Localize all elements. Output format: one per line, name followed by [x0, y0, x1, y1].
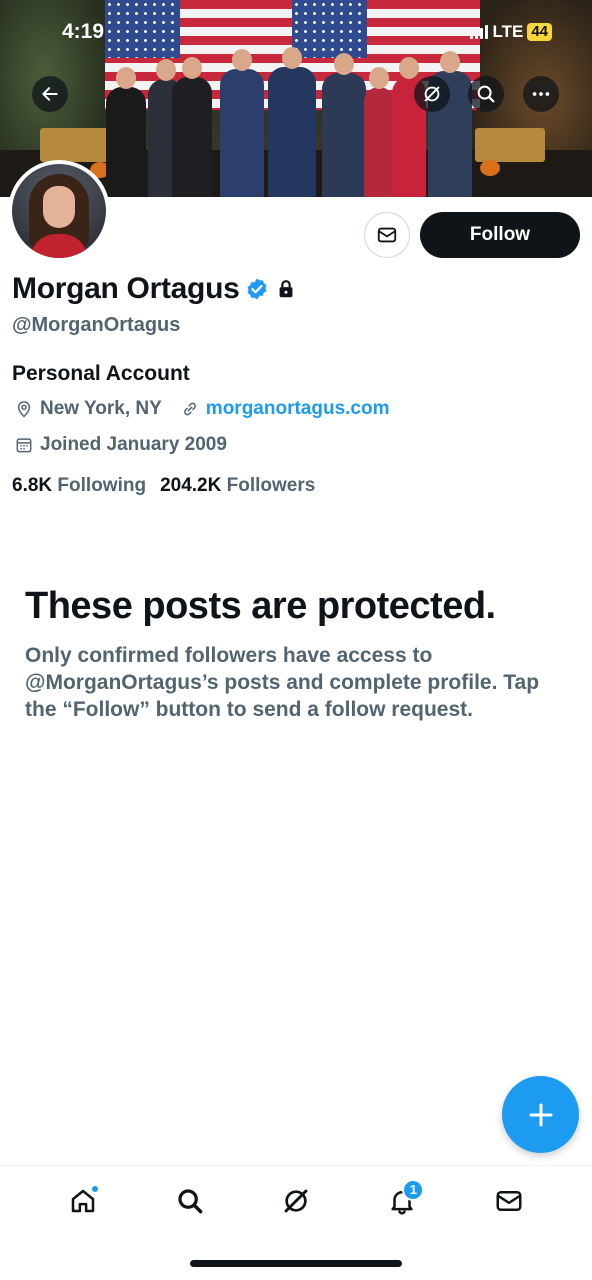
profile-meta-joined-row: Joined January 2009	[14, 434, 227, 456]
mail-icon	[377, 227, 397, 243]
grok-icon	[284, 1189, 308, 1212]
status-time: 4:19	[62, 20, 105, 43]
profile-avatar[interactable]	[8, 160, 110, 262]
search-icon	[177, 1188, 202, 1213]
banner-pumpkin	[480, 160, 500, 176]
signal-icon	[470, 25, 489, 39]
calendar-icon	[16, 438, 32, 453]
grok-icon	[424, 86, 440, 102]
nav-messages[interactable]	[481, 1173, 537, 1229]
nav-home[interactable]	[55, 1173, 111, 1229]
follow-button[interactable]: Follow	[420, 212, 580, 258]
status-indicators: LTE 44	[470, 22, 552, 42]
link-icon	[183, 402, 196, 416]
back-button[interactable]	[32, 76, 68, 112]
bottom-nav: 1	[0, 1165, 592, 1235]
nav-notifications[interactable]: 1	[374, 1173, 430, 1229]
network-label: LTE	[492, 22, 524, 41]
nav-search[interactable]	[162, 1173, 218, 1229]
profile-meta-location-row: New York, NY morganortagus.com	[14, 398, 390, 420]
verified-badge-icon[interactable]	[245, 277, 269, 301]
plus-icon	[529, 1103, 552, 1126]
home-notification-dot	[91, 1184, 100, 1193]
battery-icon: 44	[527, 23, 552, 41]
more-button[interactable]	[523, 76, 559, 112]
protected-body: Only confirmed followers have access to …	[25, 644, 540, 721]
lock-icon	[280, 280, 293, 298]
notification-badge: 1	[402, 1178, 425, 1201]
banner-hay	[475, 128, 545, 162]
grok-button[interactable]	[414, 76, 450, 112]
compose-button[interactable]	[502, 1076, 579, 1153]
location-icon	[17, 401, 31, 418]
profile-banner[interactable]: 4:19 LTE 44	[0, 0, 592, 197]
protected-title: These posts are protected.	[25, 585, 496, 627]
profile-stats: 6.8K Following 204.2K Followers	[12, 475, 315, 497]
nav-grok[interactable]	[268, 1173, 324, 1229]
profile-joined: Joined January 2009	[40, 434, 227, 455]
profile-handle: @MorganOrtagus	[12, 314, 181, 336]
profile-bio: Personal Account	[12, 362, 190, 385]
profile-name-row: Morgan Ortagus	[12, 272, 297, 306]
home-indicator[interactable]	[190, 1260, 402, 1267]
following-stat[interactable]: 6.8K Following	[12, 475, 146, 497]
profile-website-link[interactable]: morganortagus.com	[206, 398, 390, 420]
search-button[interactable]	[468, 76, 504, 112]
profile-location: New York, NY	[40, 398, 162, 419]
followers-stat[interactable]: 204.2K Followers	[160, 475, 315, 497]
message-button[interactable]	[364, 212, 410, 258]
profile-name: Morgan Ortagus	[12, 272, 240, 305]
more-icon	[532, 92, 550, 96]
arrow-left-icon	[42, 87, 58, 101]
banner-people	[100, 40, 480, 197]
mail-icon	[496, 1190, 522, 1211]
search-icon	[477, 85, 495, 103]
